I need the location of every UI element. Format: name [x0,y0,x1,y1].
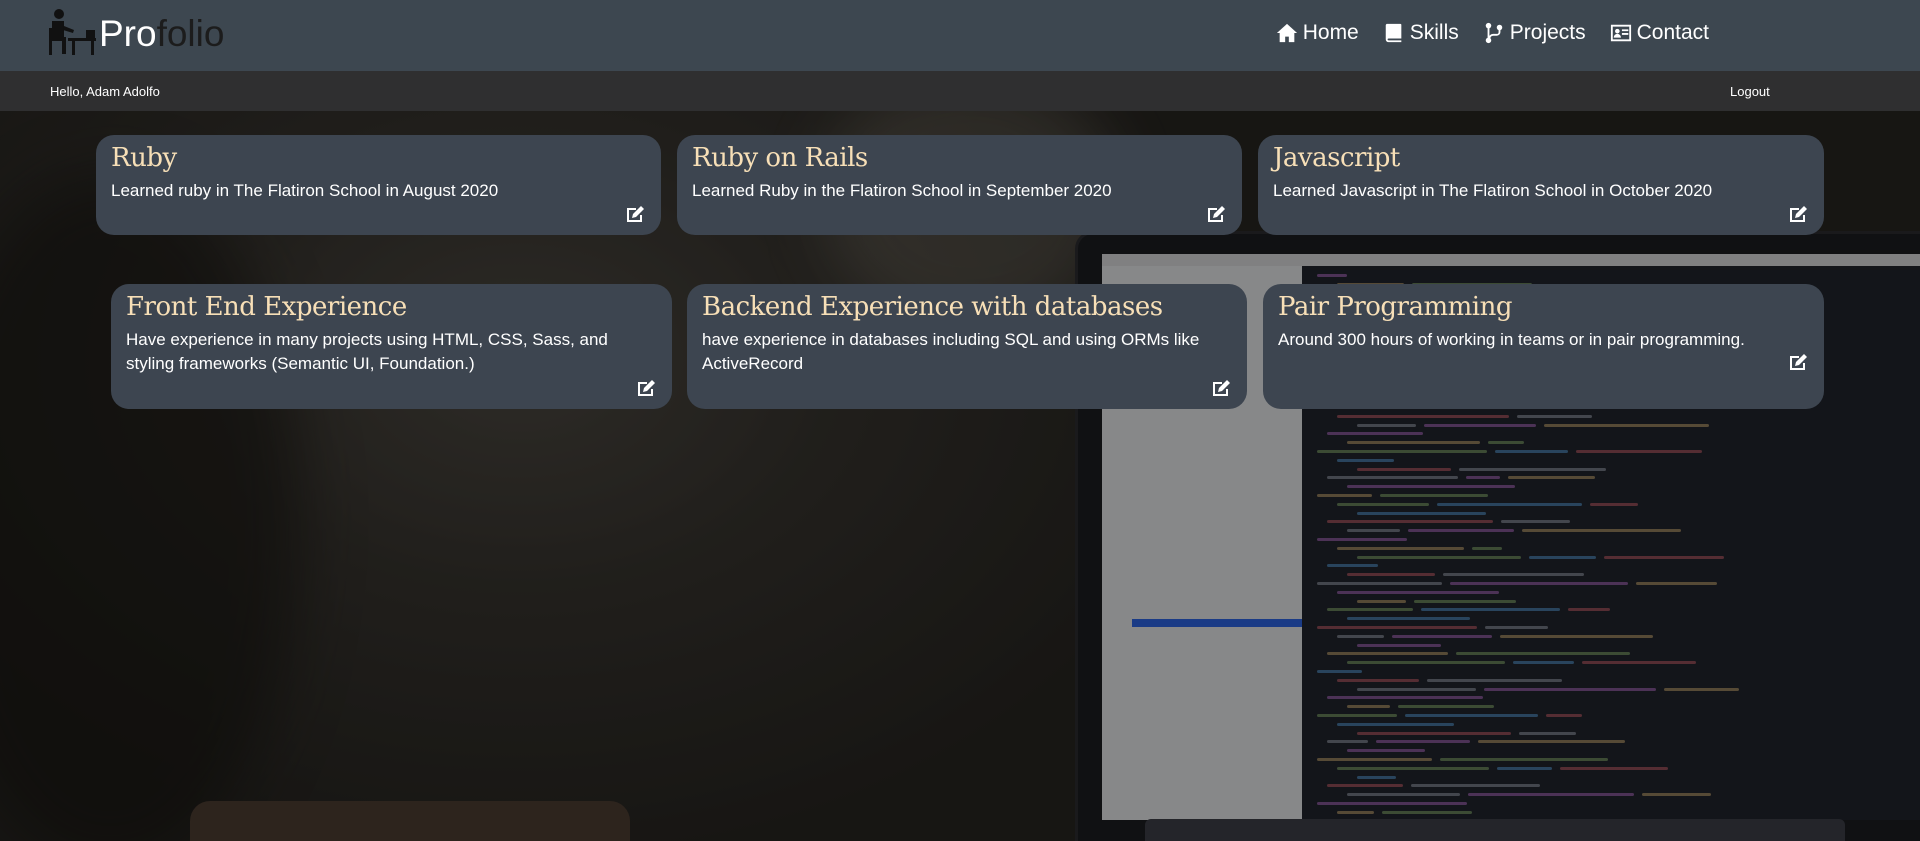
nav-contact-label: Contact [1636,21,1709,44]
skill-description: Learned Javascript in The Flatiron Schoo… [1273,181,1713,200]
skill-title: Pair Programming [1278,292,1513,322]
edit-icon[interactable] [626,205,646,223]
skill-card: Ruby Learned ruby in The Flatiron School… [96,135,661,235]
skill-description: Have experience in many projects using H… [126,330,608,373]
user-bar: Hello, Adam Adolfo Logout [0,71,1920,111]
desk-worker-icon [49,9,96,55]
logout-link[interactable]: Logout [1730,84,1770,99]
skill-card: Ruby on Rails Learned Ruby in the Flatir… [677,135,1242,235]
nav-projects-label: Projects [1509,21,1586,44]
edit-icon[interactable] [1207,205,1227,223]
nav-skills[interactable]: Skills [1383,21,1459,45]
greeting-text: Hello, Adam Adolfo [50,84,160,99]
nav-home[interactable]: Home [1276,21,1359,45]
logo[interactable]: Profolio [46,8,224,58]
navbar: Profolio Home Skills Projects Contact [0,0,1920,71]
edit-icon[interactable] [1789,353,1809,371]
address-card-icon [1610,24,1631,42]
skill-card: Javascript Learned Javascript in The Fla… [1258,135,1824,235]
logo-text-folio: folio [156,12,225,54]
nav-skills-label: Skills [1409,21,1459,44]
nav-home-label: Home [1302,21,1359,44]
main-nav: Home Skills Projects Contact [1276,21,1709,45]
logo-text-pro: Pro [99,12,157,54]
skill-title: Backend Experience with databases [702,292,1163,322]
skill-description: Learned Ruby in the Flatiron School in S… [692,181,1112,200]
edit-icon[interactable] [1789,205,1809,223]
edit-icon[interactable] [637,379,657,397]
skill-title: Javascript [1273,143,1400,173]
skill-title: Ruby [111,143,177,173]
skill-card: Front End Experience Have experience in … [111,284,672,409]
skill-title: Front End Experience [126,292,407,322]
edit-icon[interactable] [1212,379,1232,397]
skill-description: Around 300 hours of working in teams or … [1278,330,1745,349]
nav-projects[interactable]: Projects [1483,21,1586,45]
skill-description: Learned ruby in The Flatiron School in A… [111,181,499,200]
skill-title: Ruby on Rails [692,143,868,173]
skill-card: Pair Programming Around 300 hours of wor… [1263,284,1824,409]
skill-card: Backend Experience with databases have e… [687,284,1247,409]
nav-contact[interactable]: Contact [1610,21,1709,45]
code-branch-icon [1485,22,1503,44]
home-icon [1276,23,1297,43]
skill-description: have experience in databases including S… [702,330,1200,373]
book-icon [1385,23,1402,43]
